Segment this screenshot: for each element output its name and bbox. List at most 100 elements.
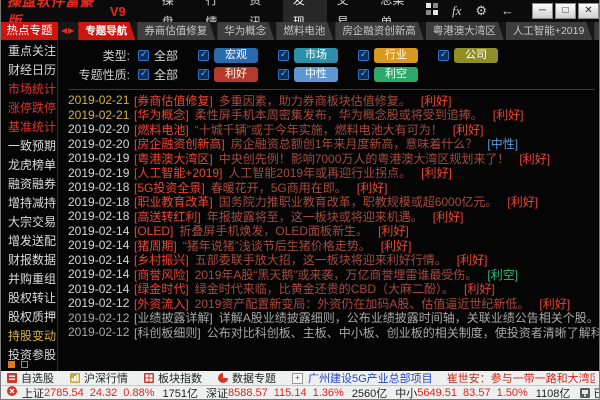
checkbox-nature-good[interactable] (198, 69, 209, 80)
maximize-button[interactable]: □ (555, 3, 576, 19)
checkbox-type-macro[interactable] (198, 50, 209, 61)
tab-topic-nav[interactable]: 专题导航 (78, 22, 135, 40)
index-change: 115.14 (274, 387, 307, 399)
filter-nature-label: 专题性质: (68, 66, 130, 83)
news-row[interactable]: 2019-02-12 外资流入 2019资产配置新变局：外资仍在加码A股、估值逼… (68, 296, 599, 311)
news-row[interactable]: 2019-02-14 猪周期 “猪年说猪”浅谈节后生猪价格走势。 利好 (68, 238, 599, 253)
page-indicator[interactable] (21, 361, 28, 368)
filter-type-macro: 宏观 (198, 48, 258, 63)
sidebar-item-margin-trading[interactable]: 融资融券 (1, 175, 57, 194)
ticker-headline-red[interactable]: 崔世安：参与一带一路和大湾区可使 (447, 371, 595, 385)
market-status-icon[interactable] (7, 386, 17, 399)
news-date: 2019-02-19 (68, 166, 134, 180)
shortcut-quotes[interactable]: 沪深行情 (70, 371, 128, 385)
news-topic-tag: 外资流入 (134, 296, 189, 311)
news-title: 2019年A股“黑天鹅”或来袭，万亿商誉埋雷谁最受伤。 (195, 267, 478, 282)
index-quote-sme[interactable]: 中小 5649.51 83.57 1.50% 1108亿 (395, 385, 570, 399)
sidebar-item-consensus[interactable]: 一致预期 (1, 137, 57, 156)
page-indicator-active[interactable] (8, 361, 15, 368)
index-name: 深证 (206, 385, 228, 399)
shortcut-sector-index[interactable]: 板块指数 (144, 371, 202, 385)
sidebar-item-holdings-change[interactable]: 增持减持 (1, 194, 57, 213)
tab-greater-bay-area[interactable]: 粤港澳大湾区 (426, 22, 504, 40)
news-row[interactable]: 2019-02-20 燃料电池 “十城千辆”或于今年实施，燃料电池大有可为！ 利… (68, 122, 599, 137)
index-value: 8588.57 (228, 387, 268, 399)
news-title: 国务院力推职业教育改革，职教规模或超6000亿元。 (219, 195, 498, 210)
news-row[interactable]: 2019-02-21 华为概念 柔性屏手机本周密集发布，华为概念股或将受到追捧。… (68, 108, 599, 123)
checkbox-nature-neutral[interactable] (278, 69, 289, 80)
close-button[interactable]: ✕ (578, 3, 599, 19)
checkbox-type-market[interactable] (278, 50, 289, 61)
tab-fuel-cell[interactable]: 燃料电池 (276, 22, 333, 40)
sidebar-item-finance-calendar[interactable]: 财经日历 (1, 61, 57, 80)
sidebar: 重点关注 财经日历 市场统计 涨停跌停 基准统计 一致预期 龙虎榜单 融资融券 … (1, 40, 58, 371)
back-arrow-icon[interactable]: ← (501, 0, 514, 22)
news-row[interactable]: 2019-02-18 高送转红利 年报披露将至，这一板块或将迎来机遇。 利好 (68, 209, 599, 224)
tab-huawei-concept[interactable]: 华为概念 (217, 22, 274, 40)
news-row[interactable]: 2019-02-14 绿金时代 绿金时代来临，比黄金还贵的CBD（大麻二酚）。 … (68, 282, 599, 297)
news-row[interactable]: 2019-02-12 科创板细则 公布对比科创板、主板、中小板、创业板的相关制度… (68, 325, 599, 340)
news-date: 2019-02-19 (68, 151, 134, 165)
sidebar-item-mergers[interactable]: 并购重组 (1, 270, 57, 289)
sidebar-item-shareholding-change[interactable]: 持股变动 (1, 327, 57, 346)
shortcut-status-bar: 自选股 沪深行情 板块指数 数据专题 + 广州建设5G产业总部项目 崔世安：参与… (1, 371, 599, 385)
news-sentiment-badge: 利好 (378, 224, 409, 239)
tab-broker-valuation[interactable]: 券商估值修复 (137, 22, 215, 40)
filter-nature-all: 全部 (138, 66, 178, 83)
news-row[interactable]: 2019-02-14 商誉风险 2019年A股“黑天鹅”或来袭，万亿商誉埋雷谁最… (68, 267, 599, 282)
sidebar-item-block-trades[interactable]: 大宗交易 (1, 213, 57, 232)
news-date: 2019-02-20 (68, 122, 134, 136)
tab-property-financing[interactable]: 房企融资创新高 (335, 22, 424, 40)
sidebar-item-equity-pledge[interactable]: 股权质押 (1, 308, 57, 327)
tab-ai-2019[interactable]: 人工智能+2019 (506, 22, 593, 40)
news-row[interactable]: 2019-02-18 5G投资全景 春暖花开，5G商用在即。 利好 (68, 180, 599, 195)
tab-scroll-arrows-icon[interactable]: ◀▶ (58, 22, 78, 40)
news-row[interactable]: 2019-02-21 券商估值修复 多重因素，助力券商板块估值修复。 利好 (68, 93, 599, 108)
checkbox-type-industry[interactable] (358, 50, 369, 61)
index-quote-shanghai[interactable]: 上证 2785.54 24.32 0.88% 1751亿 (22, 385, 198, 399)
news-row[interactable]: 2019-02-18 职业教育改革 国务院力推职业教育改革，职教规模或超6000… (68, 195, 599, 210)
apps-grid-icon[interactable] (426, 0, 438, 22)
checkbox-nature-bad[interactable] (358, 69, 369, 80)
news-row[interactable]: 2019-02-19 人工智能+2019 人工智能2019年或再迎行业拐点。 利… (68, 166, 599, 181)
filter-type-all-label: 全部 (154, 47, 178, 64)
news-sentiment-badge: 利好 (453, 122, 484, 137)
index-name: 上证 (22, 385, 44, 399)
checkbox-type-company[interactable] (438, 50, 449, 61)
sidebar-item-limit-up-down[interactable]: 涨停跌停 (1, 99, 57, 118)
news-row[interactable]: 2019-02-12 业绩披露详解 详解A股业绩披露细则，公布业绩披露时间轴，关… (68, 311, 599, 326)
tab-5g-investment[interactable]: 5G投资全景 (594, 22, 599, 40)
hot-topics-header[interactable]: 热点专题 (1, 22, 58, 40)
index-quote-shenzhen[interactable]: 深证 8588.57 115.14 1.36% 2560亿 (206, 385, 387, 399)
news-sentiment-badge: 利好 (457, 253, 488, 268)
checkbox-nature-all[interactable] (138, 69, 149, 80)
shortcut-data-topics[interactable]: 数据专题 (218, 371, 276, 385)
shortcut-watchlist[interactable]: 自选股 (7, 371, 54, 385)
sidebar-item-key-focus[interactable]: 重点关注 (1, 42, 57, 61)
checkbox-type-all[interactable] (138, 50, 149, 61)
news-row[interactable]: 2019-02-14 乡村振兴 五部委联手放大招，这一板块将迎来利好行情。 利好 (68, 253, 599, 268)
news-date: 2019-02-18 (68, 195, 134, 209)
sidebar-item-dragon-tiger[interactable]: 龙虎榜单 (1, 156, 57, 175)
news-row[interactable]: 2019-02-19 粤港澳大湾区 中央创先例！影响7000万人的粤港澳大湾区规… (68, 151, 599, 166)
data-pie-icon (218, 373, 228, 383)
filter-row-nature: 专题性质: 全部 利好 中性 利空 (68, 65, 599, 84)
sidebar-item-equity-transfer[interactable]: 股权转让 (1, 289, 57, 308)
news-row[interactable]: 2019-02-20 房企融资创新高 房企融资总额创1年来月度新高，意味着什么？… (68, 137, 599, 152)
formula-icon[interactable]: fx (452, 0, 461, 22)
ticker-headline-blue[interactable]: 广州建设5G产业总部项目 (308, 371, 433, 385)
sidebar-item-placements[interactable]: 增发送配 (1, 232, 57, 251)
settings-gear-icon[interactable]: ⚙ (475, 0, 487, 22)
news-title: 房企融资总额创1年来月度新高，意味着什么？ (231, 137, 478, 152)
sidebar-item-benchmark-stats[interactable]: 基准统计 (1, 118, 57, 137)
minimize-button[interactable]: ─ (532, 3, 553, 19)
news-sentiment-badge: 利好 (421, 93, 452, 108)
expand-ticker-icon[interactable]: + (292, 373, 303, 384)
filter-type-company: 公司 (438, 48, 498, 63)
title-bar: 操盘软件富豪版 V9 操盘 行情 资讯 发现 交易 总菜单 fx ⚙ ← ─ □… (1, 0, 599, 22)
sidebar-item-financial-reports[interactable]: 财报数据 (1, 251, 57, 270)
news-sentiment-badge: 利好 (381, 238, 412, 253)
tag-macro: 宏观 (214, 48, 258, 63)
sidebar-item-market-stats[interactable]: 市场统计 (1, 80, 57, 99)
news-row[interactable]: 2019-02-14 OLED 折叠屏手机焕发，OLED面板新生。 利好 (68, 224, 599, 239)
